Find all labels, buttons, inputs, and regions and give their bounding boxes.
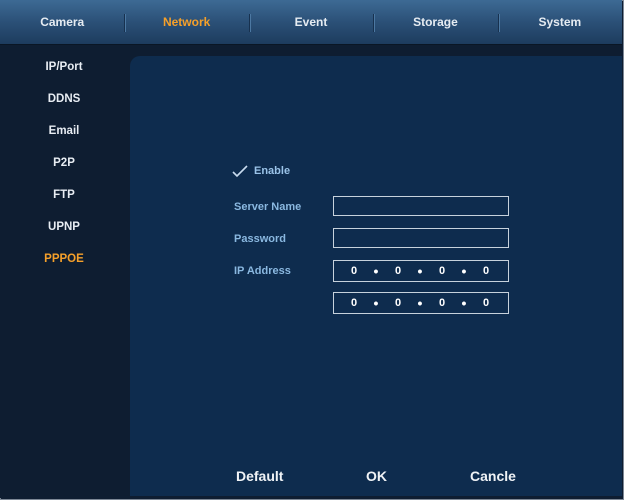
- ok-button[interactable]: OK: [366, 468, 387, 484]
- server-name-label: Server Name: [234, 201, 302, 213]
- ip-dot: •: [373, 295, 379, 311]
- sidebar-item-email[interactable]: Email: [0, 115, 128, 147]
- enable-label: Enable: [254, 165, 291, 177]
- sidebar: IP/Port DDNS Email P2P FTP UPNP PPPOE: [0, 45, 128, 498]
- sidebar-item-p2p[interactable]: P2P: [0, 147, 128, 179]
- ip-octet[interactable]: 0: [384, 297, 412, 309]
- ip-address-field-2[interactable]: 0 • 0 • 0 • 0: [333, 292, 509, 314]
- ip-dot: •: [417, 263, 423, 279]
- ip-octet[interactable]: 0: [472, 297, 500, 309]
- server-name-input[interactable]: [333, 196, 509, 216]
- password-input[interactable]: [333, 228, 509, 248]
- sidebar-item-ip-port[interactable]: IP/Port: [0, 51, 128, 83]
- ip-address-field[interactable]: 0 • 0 • 0 • 0: [333, 260, 509, 282]
- tab-system[interactable]: System: [497, 0, 622, 44]
- tab-camera[interactable]: Camera: [0, 0, 124, 44]
- ip-dot: •: [417, 295, 423, 311]
- default-button[interactable]: Default: [236, 468, 283, 484]
- ip-octet[interactable]: 0: [428, 297, 456, 309]
- sidebar-item-ddns[interactable]: DDNS: [0, 83, 128, 115]
- tab-event[interactable]: Event: [248, 0, 373, 44]
- cancel-button[interactable]: Cancle: [470, 468, 516, 484]
- ip-octet[interactable]: 0: [384, 265, 412, 277]
- ip-octet[interactable]: 0: [340, 297, 368, 309]
- ip-dot: •: [461, 263, 467, 279]
- tab-network[interactable]: Network: [124, 0, 248, 44]
- ip-octet[interactable]: 0: [472, 265, 500, 277]
- ip-octet[interactable]: 0: [428, 265, 456, 277]
- top-tab-bar: Camera Network Event Storage System: [0, 0, 622, 45]
- enable-checkbox[interactable]: Enable: [232, 162, 290, 180]
- password-label: Password: [234, 233, 286, 245]
- ip-octet[interactable]: 0: [340, 265, 368, 277]
- ip-dot: •: [461, 295, 467, 311]
- ip-address-label: IP Address: [234, 265, 291, 277]
- sidebar-item-upnp[interactable]: UPNP: [0, 211, 128, 243]
- sidebar-item-ftp[interactable]: FTP: [0, 179, 128, 211]
- tab-storage[interactable]: Storage: [373, 0, 497, 44]
- check-icon: [232, 165, 248, 178]
- ip-dot: •: [373, 263, 379, 279]
- sidebar-item-pppoe[interactable]: PPPOE: [0, 243, 128, 275]
